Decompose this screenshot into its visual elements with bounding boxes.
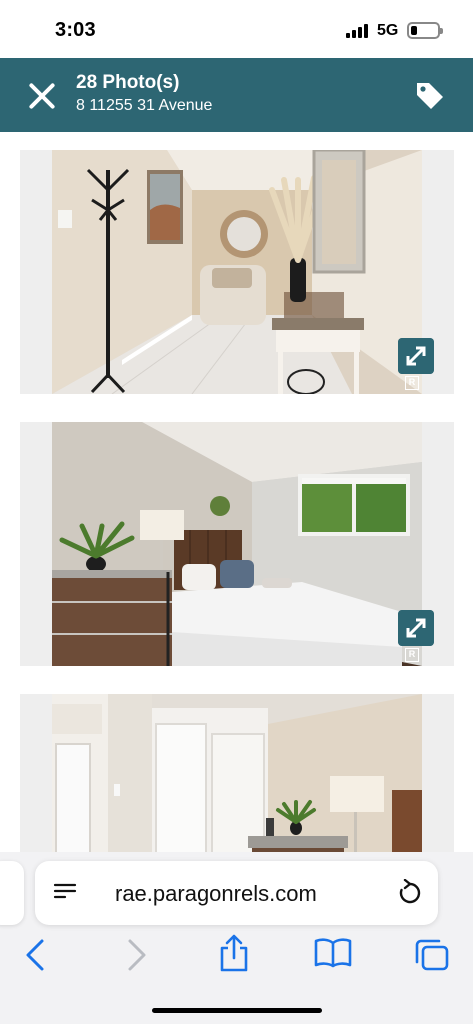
bookmarks-icon[interactable] bbox=[314, 938, 352, 968]
expand-icon[interactable] bbox=[398, 338, 434, 374]
photo-card[interactable] bbox=[20, 694, 454, 852]
photo-card[interactable]: R bbox=[20, 422, 454, 666]
listing-address: 8 11255 31 Avenue bbox=[76, 97, 213, 114]
listing-photo[interactable] bbox=[52, 694, 422, 852]
photo-count-title: 28 Photo(s) bbox=[76, 72, 180, 93]
gallery-header: 28 Photo(s) 8 11255 31 Avenue bbox=[0, 58, 473, 132]
status-time: 3:03 bbox=[55, 19, 96, 41]
watermark-logo: R bbox=[405, 648, 419, 662]
photo-card[interactable]: R bbox=[20, 150, 454, 394]
reload-icon[interactable] bbox=[397, 879, 423, 907]
forward-icon bbox=[128, 939, 146, 971]
url-text[interactable]: rae.paragonrels.com bbox=[115, 881, 317, 907]
back-icon[interactable] bbox=[24, 938, 46, 972]
photo-list[interactable]: R R bbox=[0, 132, 473, 852]
home-indicator bbox=[152, 1008, 322, 1013]
listing-photo[interactable] bbox=[52, 150, 422, 394]
close-icon[interactable] bbox=[24, 78, 60, 114]
browser-toolbar: rae.paragonrels.com bbox=[0, 852, 473, 1024]
address-bar[interactable]: rae.paragonrels.com bbox=[35, 861, 438, 925]
signal-icon bbox=[346, 24, 370, 38]
listing-photo[interactable] bbox=[52, 422, 422, 666]
battery-icon bbox=[407, 22, 443, 39]
share-icon[interactable] bbox=[218, 934, 250, 972]
tabs-icon[interactable] bbox=[414, 938, 450, 972]
tag-icon[interactable] bbox=[414, 80, 446, 110]
watermark-logo: R bbox=[405, 376, 419, 390]
status-bar: 3:03 5G bbox=[0, 0, 473, 58]
previous-tab-preview[interactable] bbox=[0, 861, 24, 925]
network-type: 5G bbox=[377, 22, 399, 39]
reader-icon[interactable] bbox=[53, 881, 77, 905]
battery-level bbox=[411, 26, 417, 35]
expand-icon[interactable] bbox=[398, 610, 434, 646]
